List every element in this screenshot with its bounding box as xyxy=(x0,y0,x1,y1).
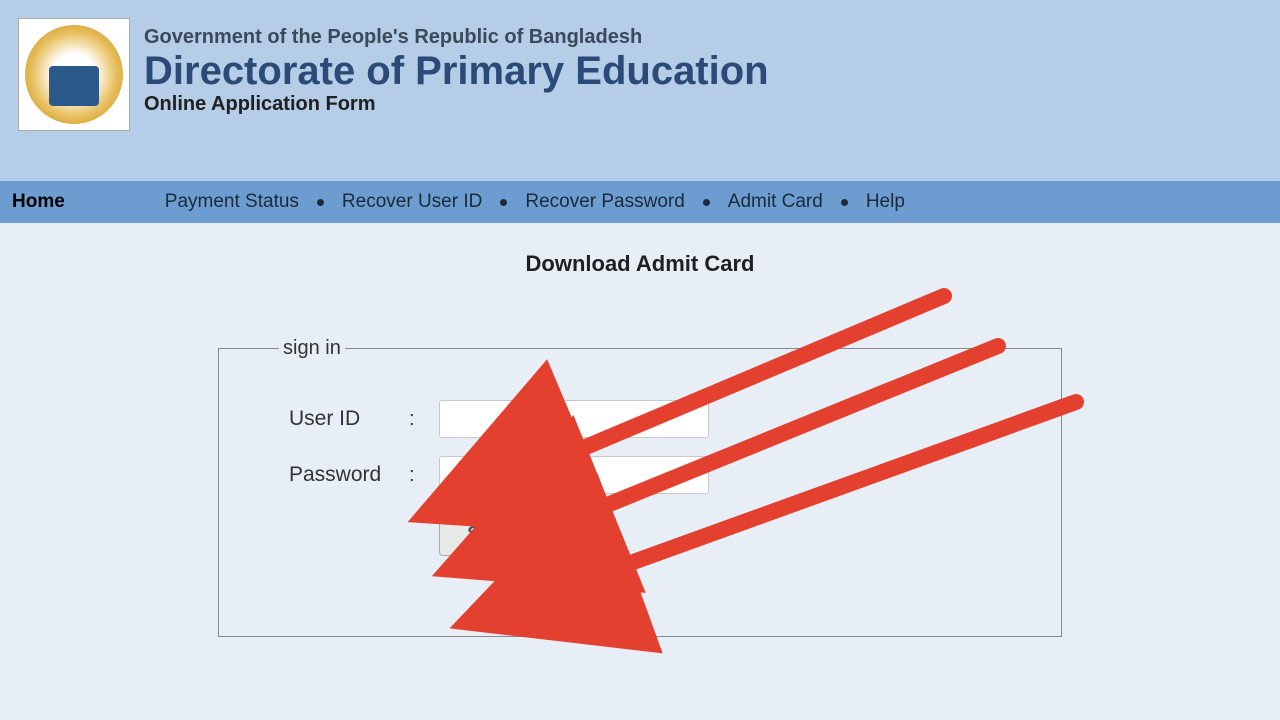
submit-button[interactable]: Submit xyxy=(439,512,563,556)
nav-payment-status[interactable]: Payment Status xyxy=(165,191,299,213)
header: Government of the People's Republic of B… xyxy=(0,0,1280,181)
user-id-input[interactable] xyxy=(439,400,709,438)
nav-bar: Home Payment Status Recover User ID Reco… xyxy=(0,181,1280,223)
header-text-block: Government of the People's Republic of B… xyxy=(144,18,769,116)
user-id-label: User ID xyxy=(289,407,409,431)
nav-recover-password[interactable]: Recover Password xyxy=(525,191,684,213)
nav-admit-card[interactable]: Admit Card xyxy=(728,191,823,213)
nav-home[interactable]: Home xyxy=(12,191,65,213)
nav-recover-user-id[interactable]: Recover User ID xyxy=(342,191,482,213)
nav-separator-icon xyxy=(317,199,324,206)
signin-legend: sign in xyxy=(279,337,345,360)
content-area: Download Admit Card sign in User ID : Pa… xyxy=(0,223,1280,637)
gov-logo xyxy=(18,18,130,131)
nav-help[interactable]: Help xyxy=(866,191,905,213)
password-label: Password xyxy=(289,463,409,487)
colon: : xyxy=(409,408,439,431)
submit-row: Submit xyxy=(439,512,1001,556)
password-input[interactable] xyxy=(439,456,709,494)
page-title: Download Admit Card xyxy=(0,251,1280,277)
gov-logo-emblem xyxy=(25,25,123,124)
directorate-title: Directorate of Primary Education xyxy=(144,49,769,93)
signin-fieldset: sign in User ID : Password : Submit xyxy=(218,337,1062,637)
nav-separator-icon xyxy=(500,199,507,206)
nav-separator-icon xyxy=(841,199,848,206)
user-id-row: User ID : xyxy=(289,400,1001,438)
nav-separator-icon xyxy=(703,199,710,206)
password-row: Password : xyxy=(289,456,1001,494)
subtitle: Online Application Form xyxy=(144,93,769,116)
gov-line: Government of the People's Republic of B… xyxy=(144,26,769,49)
colon: : xyxy=(409,464,439,487)
